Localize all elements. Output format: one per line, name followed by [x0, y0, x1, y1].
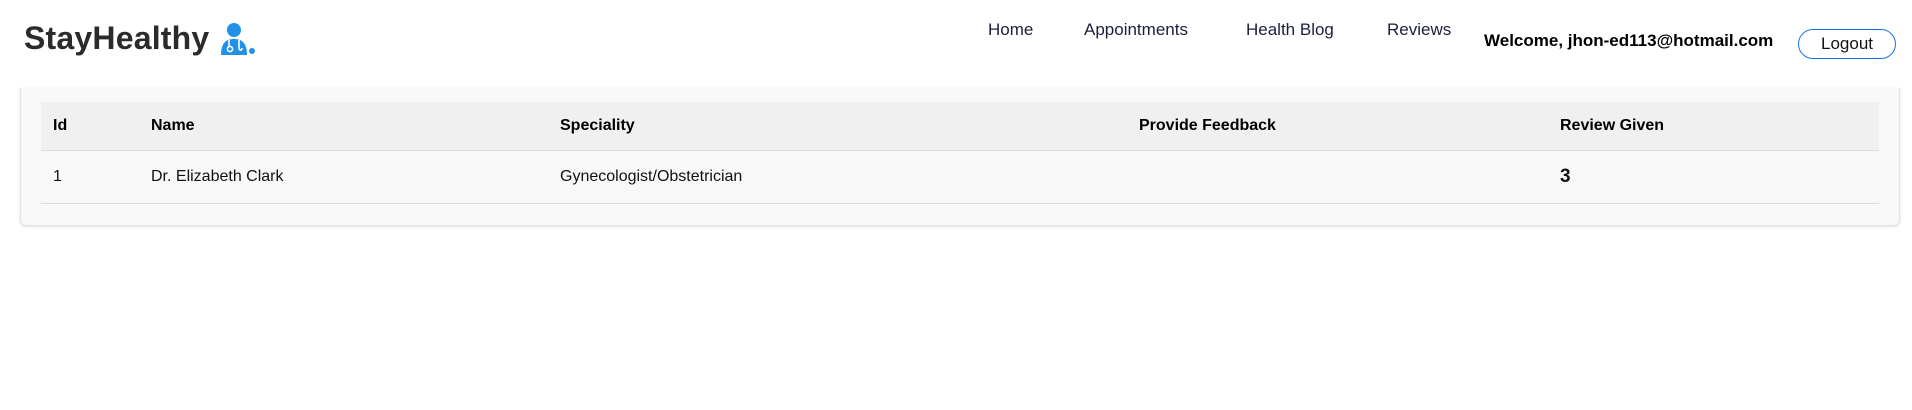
- brand-logo[interactable]: StayHealthy: [24, 20, 257, 57]
- welcome-message: Welcome, jhon-ed113@hotmail.com: [1484, 31, 1774, 50]
- table-header-row: Id Name Speciality Provide Feedback Revi…: [41, 102, 1879, 151]
- header-name: Name: [139, 102, 548, 151]
- cell-provide-feedback: [1127, 150, 1548, 204]
- navbar: StayHealthy Home Appointments Health Blo…: [0, 0, 1912, 88]
- cell-id: 1: [41, 150, 139, 204]
- nav-home-link[interactable]: Home: [988, 20, 1033, 40]
- reviews-card: Id Name Speciality Provide Feedback Revi…: [20, 88, 1900, 226]
- table-row: 1 Dr. Elizabeth Clark Gynecologist/Obste…: [41, 150, 1879, 204]
- reviews-table: Id Name Speciality Provide Feedback Revi…: [41, 102, 1879, 204]
- header-speciality: Speciality: [548, 102, 1127, 151]
- header-id: Id: [41, 102, 139, 151]
- logout-button[interactable]: Logout: [1798, 29, 1896, 59]
- cell-doctor-name: Dr. Elizabeth Clark: [139, 150, 548, 204]
- nav-health-blog-link[interactable]: Health Blog: [1246, 20, 1334, 40]
- cell-speciality: Gynecologist/Obstetrician: [548, 150, 1127, 204]
- brand-name: StayHealthy: [24, 20, 210, 56]
- header-review-given: Review Given: [1548, 102, 1879, 151]
- cell-review-given: 3: [1548, 150, 1879, 204]
- header-provide-feedback: Provide Feedback: [1127, 102, 1548, 151]
- review-value: 3: [1560, 165, 1571, 187]
- nav-reviews-link[interactable]: Reviews: [1387, 20, 1451, 40]
- nav-appointments-link[interactable]: Appointments: [1084, 20, 1188, 40]
- doctor-icon: [221, 22, 256, 55]
